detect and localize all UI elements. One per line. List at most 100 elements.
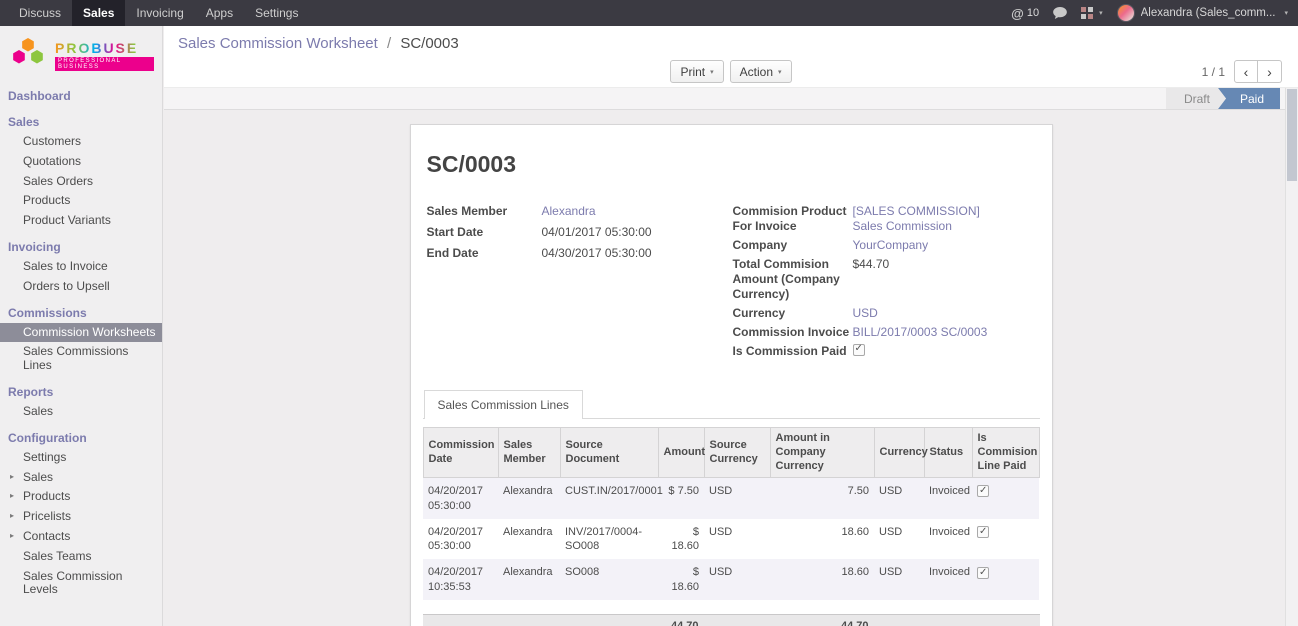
commission-line-row[interactable]: 04/20/2017 05:30:00 Alexandra INV/2017/0… bbox=[423, 519, 1039, 560]
topbar-systray: @ 10 ▾ Alexandra (Sales_comm... ▾ bbox=[1011, 0, 1298, 26]
checkbox-checked-icon bbox=[977, 485, 989, 497]
user-name: Alexandra (Sales_comm... bbox=[1141, 7, 1276, 19]
breadcrumb-parent-link[interactable]: Sales Commission Worksheet bbox=[178, 35, 378, 52]
sidebar-item-reports-sales[interactable]: Sales bbox=[0, 402, 162, 422]
commission-line-row[interactable]: 04/20/2017 05:30:00 Alexandra CUST.IN/20… bbox=[423, 478, 1039, 519]
totals-row: 44.70 44.70 bbox=[423, 614, 1040, 626]
breadcrumb-separator: / bbox=[387, 35, 391, 52]
sidebar-item-settings[interactable]: Settings bbox=[0, 448, 162, 468]
field-commission-invoice: Commission Invoice BILL/2017/0003 SC/000… bbox=[733, 325, 1036, 340]
field-commission-product: Commision Product For Invoice [SALES COM… bbox=[733, 204, 1036, 234]
app-logo[interactable]: ⬢ ⬢ ⬢ PROBUSE PROFESSIONAL BUSINESS bbox=[0, 26, 162, 85]
app-menu-bar: Discuss Sales Invoicing Apps Settings bbox=[0, 0, 309, 26]
commission-line-row[interactable]: 04/20/2017 10:35:53 Alexandra SO008 $ 18… bbox=[423, 559, 1039, 600]
column-header-sales-member[interactable]: Sales Member bbox=[498, 428, 560, 478]
speech-bubble-icon bbox=[1053, 7, 1067, 19]
status-paid[interactable]: Paid bbox=[1218, 88, 1280, 109]
field-group-right: Commision Product For Invoice [SALES COM… bbox=[733, 204, 1036, 363]
column-header-currency[interactable]: Currency bbox=[874, 428, 924, 478]
record-title: SC/0003 bbox=[427, 151, 1036, 178]
cell-company-amount: 18.60 bbox=[770, 519, 874, 560]
sidebar-item-sales-commission-levels[interactable]: Sales Commission Levels bbox=[0, 567, 162, 601]
topbar-menu-discuss[interactable]: Discuss bbox=[8, 0, 72, 26]
cell-source-document: INV/2017/0004-SO008 bbox=[560, 519, 658, 560]
main-area: Sales Commission Worksheet / SC/0003 Pri… bbox=[164, 26, 1298, 626]
sidebar-item-sales-commissions-lines[interactable]: Sales Commissions Lines bbox=[0, 342, 162, 376]
sidebar-item-quotations[interactable]: Quotations bbox=[0, 152, 162, 172]
cell-line-paid bbox=[972, 519, 1039, 560]
sidebar-section-commissions-wrap: Commissions Commission Worksheets Sales … bbox=[0, 302, 162, 376]
breadcrumb-current: SC/0003 bbox=[400, 35, 458, 52]
end-date-value: 04/30/2017 05:30:00 bbox=[542, 246, 652, 261]
topbar-menu-invoicing[interactable]: Invoicing bbox=[125, 0, 194, 26]
cell-source-currency: USD bbox=[704, 559, 770, 600]
status-draft[interactable]: Draft bbox=[1166, 88, 1226, 109]
form-sheet: SC/0003 Sales Member Alexandra Start Dat… bbox=[410, 124, 1053, 626]
sheet-area: SC/0003 Sales Member Alexandra Start Dat… bbox=[164, 110, 1298, 626]
caret-down-icon: ▾ bbox=[1099, 9, 1103, 17]
top-navbar: Discuss Sales Invoicing Apps Settings @ … bbox=[0, 0, 1298, 26]
commission-invoice-link[interactable]: BILL/2017/0003 SC/0003 bbox=[853, 325, 988, 340]
is-commission-paid-checkbox[interactable] bbox=[853, 344, 865, 356]
column-header-commission-date[interactable]: Commission Date bbox=[423, 428, 498, 478]
vertical-scrollbar[interactable] bbox=[1285, 88, 1298, 626]
caret-down-icon: ▾ bbox=[710, 68, 714, 76]
pager-previous-button[interactable]: ‹ bbox=[1234, 60, 1258, 83]
column-header-status[interactable]: Status bbox=[924, 428, 972, 478]
statusbar: Draft Paid bbox=[164, 88, 1298, 110]
topbar-menu-settings[interactable]: Settings bbox=[244, 0, 309, 26]
sidebar-item-orders-to-upsell[interactable]: Orders to Upsell bbox=[0, 277, 162, 297]
commission-lines-table: Commission Date Sales Member Source Docu… bbox=[423, 427, 1040, 600]
cell-line-paid bbox=[972, 478, 1039, 519]
cell-status: Invoiced bbox=[924, 478, 972, 519]
sidebar-item-config-sales[interactable]: ▸ Sales bbox=[0, 468, 162, 488]
print-button-label: Print bbox=[680, 65, 705, 79]
cell-source-document: SO008 bbox=[560, 559, 658, 600]
apps-switcher-menu[interactable]: ▾ bbox=[1081, 7, 1103, 19]
cell-company-amount: 18.60 bbox=[770, 559, 874, 600]
sales-member-link[interactable]: Alexandra bbox=[542, 204, 596, 219]
pager-next-button[interactable]: › bbox=[1258, 60, 1282, 83]
sidebar-item-label: Products bbox=[23, 489, 70, 503]
column-header-is-commission-line-paid[interactable]: Is Commision Line Paid bbox=[972, 428, 1039, 478]
tab-sales-commission-lines[interactable]: Sales Commission Lines bbox=[424, 390, 583, 419]
company-link[interactable]: YourCompany bbox=[853, 238, 929, 253]
total-commission-amount-value: $44.70 bbox=[853, 257, 890, 272]
currency-link[interactable]: USD bbox=[853, 306, 878, 321]
form-view: Draft Paid SC/0003 Sales Member Alexandr… bbox=[164, 88, 1298, 626]
sidebar-section-dashboard[interactable]: Dashboard bbox=[0, 85, 162, 106]
column-header-source-currency[interactable]: Source Currency bbox=[704, 428, 770, 478]
sidebar-item-sales-orders[interactable]: Sales Orders bbox=[0, 172, 162, 192]
topbar-menu-sales[interactable]: Sales bbox=[72, 0, 125, 26]
chat-icon[interactable] bbox=[1053, 7, 1067, 19]
column-header-amount-company-currency[interactable]: Amount in Company Currency bbox=[770, 428, 874, 478]
column-header-source-document[interactable]: Source Document bbox=[560, 428, 658, 478]
topbar-menu-apps[interactable]: Apps bbox=[195, 0, 244, 26]
sidebar-item-config-products[interactable]: ▸ Products bbox=[0, 487, 162, 507]
caret-down-icon: ▾ bbox=[778, 68, 782, 76]
hexagon-icon: ⬢ bbox=[30, 50, 44, 66]
print-button[interactable]: Print ▾ bbox=[670, 60, 723, 83]
sidebar-item-sales-to-invoice[interactable]: Sales to Invoice bbox=[0, 257, 162, 277]
sidebar-item-sales-teams[interactable]: Sales Teams bbox=[0, 547, 162, 567]
field-label: Company bbox=[733, 238, 853, 253]
logo-text: PROBUSE PROFESSIONAL BUSINESS bbox=[55, 40, 154, 71]
sidebar-item-commission-worksheets[interactable]: Commission Worksheets bbox=[0, 323, 162, 343]
sidebar-item-customers[interactable]: Customers bbox=[0, 132, 162, 152]
scrollbar-thumb[interactable] bbox=[1287, 89, 1297, 181]
sidebar-item-product-variants[interactable]: Product Variants bbox=[0, 211, 162, 231]
commission-product-link[interactable]: [SALES COMMISSION] Sales Commission bbox=[853, 204, 1003, 234]
sidebar-section-invoicing-wrap: Invoicing Sales to Invoice Orders to Ups… bbox=[0, 236, 162, 297]
field-total-commission-amount: Total Commision Amount (Company Currency… bbox=[733, 257, 1036, 302]
sidebar-item-contacts[interactable]: ▸ Contacts bbox=[0, 527, 162, 547]
sidebar-item-pricelists[interactable]: ▸ Pricelists bbox=[0, 507, 162, 527]
action-button[interactable]: Action ▾ bbox=[730, 60, 792, 83]
field-label: Commission Invoice bbox=[733, 325, 853, 340]
field-label: Start Date bbox=[427, 225, 542, 240]
user-menu[interactable]: Alexandra (Sales_comm... ▾ bbox=[1117, 4, 1288, 22]
field-label: End Date bbox=[427, 246, 542, 261]
messages-menu[interactable]: @ 10 bbox=[1011, 6, 1039, 21]
chevron-right-icon: ▸ bbox=[10, 472, 14, 481]
sidebar-item-products[interactable]: Products bbox=[0, 191, 162, 211]
column-header-amount[interactable]: Amount bbox=[658, 428, 704, 478]
